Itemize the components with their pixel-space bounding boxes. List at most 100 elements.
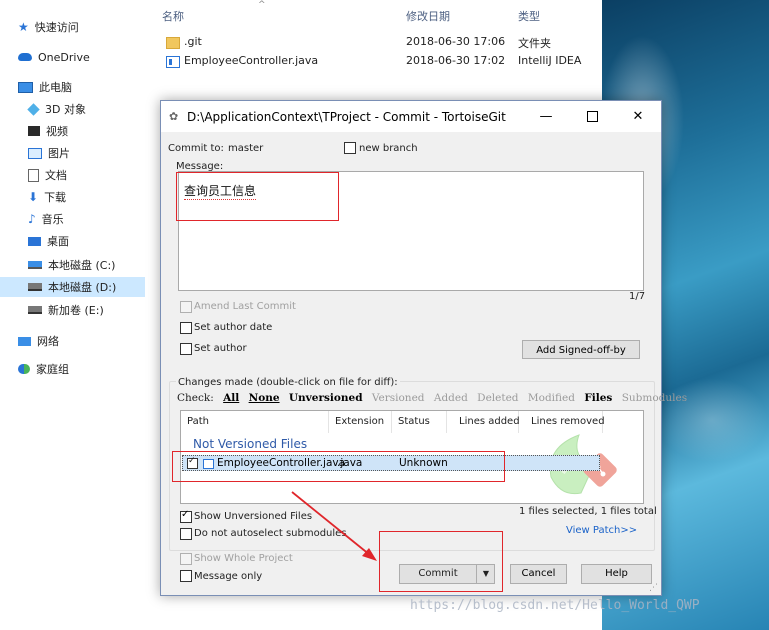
no-autoselect-checkbox[interactable] <box>180 528 192 540</box>
new-branch-checkbox[interactable] <box>344 142 356 154</box>
no-autoselect-label: Do not autoselect submodules <box>194 528 347 539</box>
commit-dialog: ✿ D:\ApplicationContext\TProject - Commi… <box>160 100 687 596</box>
file-name: .git <box>184 35 202 48</box>
nav-quick-access[interactable]: ★ 快速访问 <box>18 17 79 37</box>
filter-all[interactable]: All <box>223 392 239 404</box>
nav-videos[interactable]: 视频 <box>28 121 68 141</box>
close-button[interactable]: ✕ <box>615 101 661 132</box>
filter-added[interactable]: Added <box>434 392 468 404</box>
nav-desktop[interactable]: 桌面 <box>28 231 69 251</box>
nav-label: 新加卷 (E:) <box>48 304 104 317</box>
tortoisegit-icon: ✿ <box>169 110 179 123</box>
nav-label: 文档 <box>45 169 67 182</box>
drive-icon <box>28 283 42 291</box>
file-row[interactable]: .git 2018-06-30 17:06 文件夹 <box>162 33 602 51</box>
java-file-icon <box>203 459 214 469</box>
column-status[interactable]: Status <box>392 411 447 433</box>
set-author-checkbox[interactable] <box>180 343 192 355</box>
navigation-pane: ★ 快速访问 OneDrive 此电脑 3D 对象 视频 图片 文档 ⬇ 下载 … <box>0 0 145 630</box>
folder-icon <box>166 37 180 49</box>
filter-versioned[interactable]: Versioned <box>372 392 425 404</box>
column-lines-added[interactable]: Lines added <box>447 411 520 433</box>
column-path[interactable]: Path <box>181 411 329 433</box>
changed-files-list[interactable]: Path Extension Status Lines added Lines … <box>180 410 644 504</box>
file-row-checkbox[interactable] <box>187 456 198 469</box>
title-bar[interactable]: ✿ D:\ApplicationContext\TProject - Commi… <box>161 101 661 132</box>
nav-drive-d[interactable]: 本地磁盘 (D:) <box>0 277 145 297</box>
maximize-icon <box>586 111 598 122</box>
star-icon: ★ <box>18 20 29 34</box>
filter-modified[interactable]: Modified <box>528 392 575 404</box>
filter-none[interactable]: None <box>249 392 280 404</box>
set-author-date-checkbox[interactable] <box>180 322 192 334</box>
nav-label: 此电脑 <box>39 81 72 94</box>
filter-deleted[interactable]: Deleted <box>477 392 518 404</box>
file-type: 文件夹 <box>518 37 551 50</box>
table-row[interactable]: EmployeeController.java .java Unknown <box>182 455 600 471</box>
video-icon <box>28 126 40 136</box>
set-author-date-label: Set author date <box>194 322 273 333</box>
window-title: D:\ApplicationContext\TProject - Commit … <box>187 110 506 124</box>
commit-split-button[interactable]: Commit ▼ <box>399 564 495 584</box>
show-unversioned-checkbox[interactable] <box>180 509 192 523</box>
desktop-icon <box>28 236 41 246</box>
nav-downloads[interactable]: ⬇ 下载 <box>28 187 66 207</box>
resize-grip-icon[interactable]: ⋰ <box>649 583 658 593</box>
amend-checkbox[interactable] <box>180 301 192 313</box>
filter-files[interactable]: Files <box>584 392 612 404</box>
show-whole-project-checkbox[interactable] <box>180 553 192 565</box>
changes-label: Changes made (double-click on file for d… <box>176 377 400 388</box>
nav-homegroup[interactable]: 家庭组 <box>18 359 69 379</box>
check-label: Check: <box>177 392 214 404</box>
line-counter: 1/7 <box>629 291 646 302</box>
computer-icon <box>18 81 33 93</box>
set-author-label: Set author <box>194 343 247 354</box>
nav-3d-objects[interactable]: 3D 对象 <box>27 99 86 119</box>
add-signed-off-by-button[interactable]: Add Signed-off-by <box>522 340 640 359</box>
row-path: EmployeeController.java <box>217 457 346 469</box>
close-icon: ✕ <box>632 109 644 124</box>
view-patch-link[interactable]: View Patch>> <box>566 525 637 536</box>
commit-button[interactable]: Commit <box>400 565 477 583</box>
minimize-button[interactable]: — <box>523 101 569 132</box>
nav-music[interactable]: ♪ 音乐 <box>28 209 64 229</box>
message-only-label: Message only <box>194 571 263 582</box>
nav-this-pc[interactable]: 此电脑 <box>18 77 72 97</box>
row-extension: .java <box>337 457 363 469</box>
picture-icon <box>28 147 42 159</box>
column-header-type[interactable]: 类型 <box>518 8 540 24</box>
commit-message-text: 查询员工信息 <box>184 184 257 200</box>
drive-icon <box>28 306 42 314</box>
new-branch-label: new branch <box>359 143 418 154</box>
nav-label: OneDrive <box>38 50 90 64</box>
column-extension[interactable]: Extension <box>329 411 392 433</box>
nav-network[interactable]: 网络 <box>18 331 59 351</box>
dropdown-arrow-icon[interactable]: ▼ <box>478 565 494 583</box>
nav-drive-e[interactable]: 新加卷 (E:) <box>28 300 104 320</box>
column-lines-removed[interactable]: Lines removed <box>519 411 605 433</box>
column-header-modified[interactable]: 修改日期 <box>406 8 450 24</box>
filter-submodules[interactable]: Submodules <box>622 392 687 404</box>
maximize-button[interactable] <box>569 101 615 132</box>
file-row[interactable]: EmployeeController.java 2018-06-30 17:02… <box>162 52 602 70</box>
nav-drive-c[interactable]: 本地磁盘 (C:) <box>28 255 115 275</box>
nav-onedrive[interactable]: OneDrive <box>18 47 90 67</box>
branch-name: master <box>228 143 264 154</box>
nav-pictures[interactable]: 图片 <box>28 143 70 163</box>
nav-label: 图片 <box>48 147 70 160</box>
column-header-name[interactable]: 名称 <box>162 8 184 24</box>
nav-label: 快速访问 <box>34 21 79 34</box>
cube-icon <box>27 102 40 116</box>
filter-unversioned[interactable]: Unversioned <box>289 392 363 404</box>
help-button[interactable]: Help <box>581 564 652 584</box>
nav-label: 家庭组 <box>36 363 69 376</box>
nav-label: 桌面 <box>47 235 69 248</box>
commit-message-input[interactable]: 查询员工信息 <box>178 171 644 291</box>
watermark: https://blog.csdn.net/Hello_World_QWP <box>410 598 700 613</box>
row-status: Unknown <box>399 457 448 469</box>
show-unversioned-label: Show Unversioned Files <box>194 511 313 522</box>
nav-documents[interactable]: 文档 <box>28 165 67 185</box>
drive-icon <box>28 261 42 269</box>
message-only-checkbox[interactable] <box>180 570 192 582</box>
cancel-button[interactable]: Cancel <box>510 564 567 584</box>
